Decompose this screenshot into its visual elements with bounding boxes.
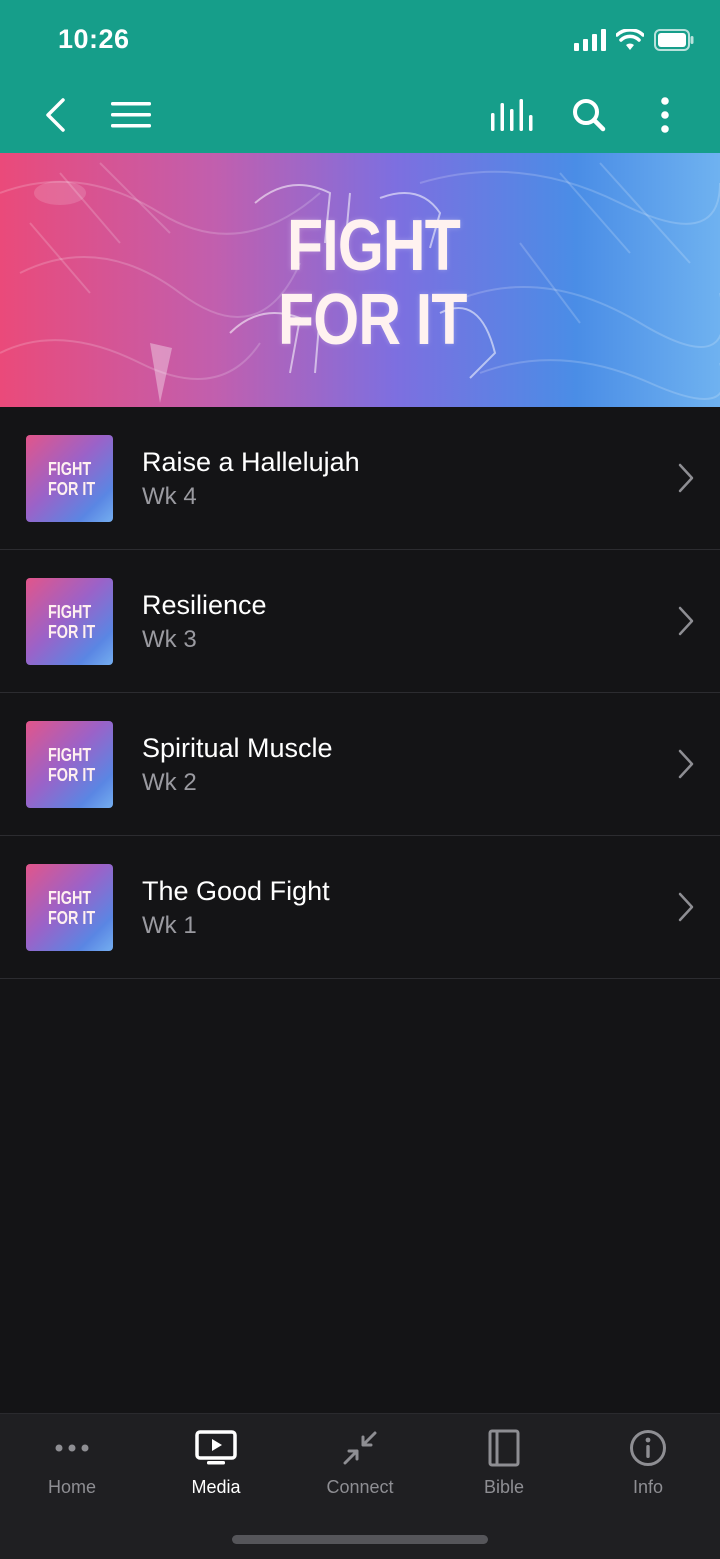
more-dots-icon xyxy=(50,1428,94,1468)
sermon-title: Resilience xyxy=(142,590,267,620)
tab-connect[interactable]: Connect xyxy=(288,1414,432,1514)
sermon-week: Wk 3 xyxy=(142,626,197,653)
sermon-list: FIGHT FOR IT Raise a Hallelujah Wk 4 FIG… xyxy=(0,407,720,979)
thumbnail-text-line1: FIGHT xyxy=(48,888,92,908)
info-icon xyxy=(626,1428,670,1468)
chevron-right-icon xyxy=(678,892,694,922)
nav-row xyxy=(0,82,720,148)
banner-title-line1: FIGHT xyxy=(287,206,461,286)
back-button[interactable] xyxy=(30,82,80,148)
list-item[interactable]: FIGHT FOR IT Raise a Hallelujah Wk 4 xyxy=(0,407,720,550)
more-options-button[interactable] xyxy=(644,82,686,148)
equalizer-icon xyxy=(491,99,533,131)
tab-bible-label: Bible xyxy=(483,1477,525,1497)
wifi-icon xyxy=(616,29,644,50)
thumbnail-text-line1: FIGHT xyxy=(48,459,92,479)
tab-home[interactable]: Home xyxy=(0,1414,144,1514)
thumbnail-text-line2: FOR IT xyxy=(48,479,96,499)
thumbnail-text-line1: FIGHT xyxy=(48,745,92,765)
tab-media-label: Media xyxy=(191,1477,241,1497)
menu-button[interactable] xyxy=(106,82,156,148)
sermon-title: Spiritual Muscle xyxy=(142,733,333,763)
search-button[interactable] xyxy=(564,82,614,148)
tv-play-icon xyxy=(194,1428,238,1468)
series-banner: FIGHT FOR IT xyxy=(0,153,720,407)
sermon-week: Wk 4 xyxy=(142,483,197,510)
signal-icon xyxy=(574,29,606,51)
back-chevron-icon xyxy=(46,98,65,132)
search-icon xyxy=(573,99,606,132)
chevron-right-icon xyxy=(678,606,694,636)
tab-home-label: Home xyxy=(47,1477,96,1497)
hamburger-icon xyxy=(111,102,151,128)
tab-bible[interactable]: Bible xyxy=(432,1414,576,1514)
thumbnail-text-line1: FIGHT xyxy=(48,602,92,622)
chevron-right-icon xyxy=(678,749,694,779)
tab-connect-label: Connect xyxy=(326,1477,394,1497)
thumbnail-text-line2: FOR IT xyxy=(48,765,96,785)
thumbnail-text-line2: FOR IT xyxy=(48,908,96,928)
chevron-right-icon xyxy=(678,463,694,493)
sermon-thumbnail: FIGHT FOR IT xyxy=(26,435,113,522)
sermon-week: Wk 1 xyxy=(142,912,197,939)
more-vertical-icon xyxy=(661,97,669,133)
status-icons xyxy=(574,28,694,52)
tab-info-label: Info xyxy=(632,1477,664,1497)
sermon-thumbnail: FIGHT FOR IT xyxy=(26,864,113,951)
audio-button[interactable] xyxy=(486,82,538,148)
sermon-thumbnail: FIGHT FOR IT xyxy=(26,578,113,665)
sermon-title: Raise a Hallelujah xyxy=(142,447,360,477)
list-item[interactable]: FIGHT FOR IT The Good Fight Wk 1 xyxy=(0,836,720,979)
status-time: 10:26 xyxy=(58,24,130,54)
list-item[interactable]: FIGHT FOR IT Spiritual Muscle Wk 2 xyxy=(0,693,720,836)
sermon-thumbnail: FIGHT FOR IT xyxy=(26,721,113,808)
tab-media[interactable]: Media xyxy=(144,1414,288,1514)
list-item[interactable]: FIGHT FOR IT Resilience Wk 3 xyxy=(0,550,720,693)
sermon-week: Wk 2 xyxy=(142,769,197,796)
sermon-title: The Good Fight xyxy=(142,876,330,906)
connect-arrows-icon xyxy=(338,1428,382,1468)
tab-info[interactable]: Info xyxy=(576,1414,720,1514)
banner-title-line2: FOR IT xyxy=(278,280,467,360)
app-header: 10:26 xyxy=(0,0,720,153)
home-indicator[interactable] xyxy=(232,1535,488,1544)
thumbnail-text-line2: FOR IT xyxy=(48,622,96,642)
book-icon xyxy=(482,1428,526,1468)
battery-icon xyxy=(654,29,694,51)
